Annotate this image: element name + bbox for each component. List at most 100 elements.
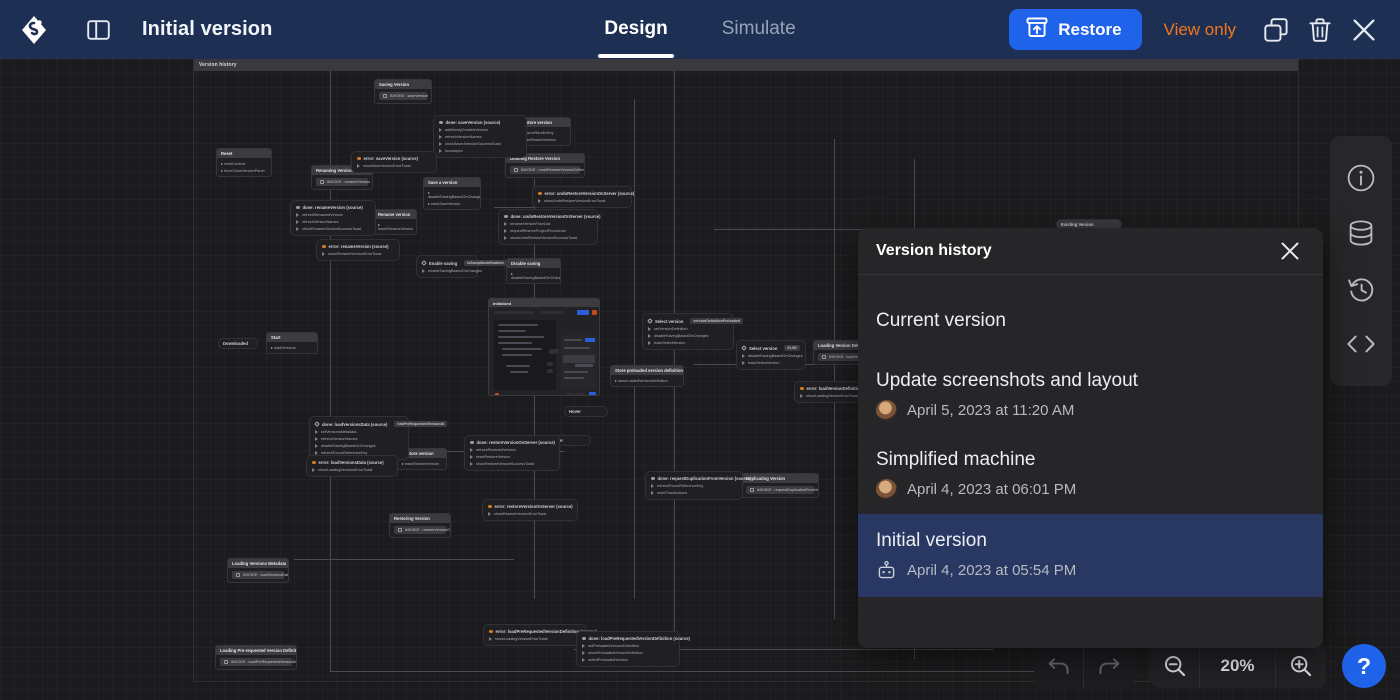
restore-button[interactable]: Restore [1009, 9, 1141, 50]
state-node-body: ▸ storeLoadedVersionDefinition [611, 375, 683, 386]
invoke-icon [224, 660, 228, 664]
list-item[interactable]: Current version [858, 285, 1323, 356]
event-label: done: renameVersion (source) [296, 205, 370, 210]
event-node[interactable]: done: renameVersion (source) refreshRena… [290, 200, 376, 236]
zoom-in-icon[interactable] [1276, 644, 1326, 688]
avatar [876, 479, 897, 500]
error-dot-icon [538, 192, 542, 196]
help-button[interactable]: ? [1342, 644, 1386, 688]
event-action: showSaveVersionErrorToast [357, 164, 431, 168]
state-node-title: Loading Pre-requested Version Definition [216, 646, 296, 655]
event-guard: isSamplitudeEnabled [464, 260, 506, 266]
event-node[interactable]: done: requestDuplicationFromVersion (sou… [645, 471, 743, 500]
event-node[interactable]: error: renameVersion (source) showRename… [316, 239, 400, 261]
close-icon[interactable] [1273, 234, 1307, 268]
list-item[interactable]: Update screenshots and layout April 5, 2… [858, 356, 1323, 435]
undo-button[interactable] [1034, 644, 1084, 688]
done-dot-icon [504, 215, 508, 219]
zoom-group: 20% [1150, 644, 1326, 688]
state-node[interactable]: Restoring Version INVOKE : restoreVersio… [389, 513, 451, 538]
state-node[interactable]: Disable saving ▸ disableSavingBasedOnCha… [506, 258, 561, 284]
screenshot-node-body [489, 307, 599, 395]
zoom-out-icon[interactable] [1150, 644, 1200, 688]
duplicate-icon[interactable] [1254, 8, 1298, 52]
trash-icon[interactable] [1298, 8, 1342, 52]
event-action: showLoadingVersionsErrorToast [312, 468, 392, 472]
invoke-icon [236, 573, 240, 577]
tab-design[interactable]: Design [596, 2, 675, 58]
edge [714, 229, 874, 230]
invoke-badge: INVOKE : loadVersionsData [232, 571, 284, 579]
screenshot-node[interactable]: Initialized [488, 298, 600, 396]
restore-archive-icon [1026, 17, 1048, 43]
event-action: selectPreloadedVersion [582, 658, 674, 662]
state-node-title: Save a version [424, 178, 480, 187]
event-node[interactable]: Select version ELSE disableSavingBasedOn… [736, 340, 806, 370]
event-action: resetTrackActions [651, 491, 737, 495]
zoom-level[interactable]: 20% [1200, 644, 1276, 688]
sidebar-panel-icon[interactable] [76, 8, 120, 52]
event-node[interactable]: done: loadVersionsData (source) hasPreRe… [309, 416, 409, 460]
event-dot-icon [741, 345, 747, 351]
bot-icon [876, 560, 897, 581]
event-action: showPreloadedVersionDefinition [582, 651, 674, 655]
event-label: done: requestDuplicationFromVersion (sou… [651, 476, 737, 481]
done-dot-icon [296, 206, 300, 210]
event-label: done: loadVersionsData (source) hasPreRe… [315, 421, 403, 427]
app-root: Initial version Design Simulate Restore … [0, 0, 1400, 700]
event-node[interactable]: error: loadVersionsData (source) showLoa… [306, 455, 398, 477]
state-node[interactable]: Loading Pre-requested Version Definition… [215, 645, 297, 670]
info-circle-icon[interactable] [1340, 157, 1382, 199]
help-button-label: ? [1357, 653, 1371, 680]
view-only-badge[interactable]: View only [1164, 20, 1236, 40]
event-node[interactable]: Enable saving isSamplitudeEnabled enable… [416, 255, 478, 278]
state-node[interactable]: Loading Versions Metadata INVOKE : loadV… [227, 558, 289, 583]
list-item-selected[interactable]: Initial version April 4, 2023 at 05:54 P… [858, 514, 1323, 597]
tool-rail [1330, 136, 1392, 386]
event-node[interactable]: error: loadPreRequestedVersionDefinition… [483, 624, 587, 646]
event-node[interactable]: done: undoRestoreVersionOnServer (source… [498, 209, 598, 245]
redo-button[interactable] [1084, 644, 1134, 688]
state-node-body: ▸ resetContext ▸ forceCloseVersionPanel [217, 158, 271, 176]
avatar [876, 400, 897, 421]
history-clock-icon[interactable] [1340, 268, 1382, 310]
close-icon[interactable] [1342, 8, 1386, 52]
state-node-title: Restoring Version [390, 514, 450, 523]
event-node[interactable]: Hover [564, 406, 608, 417]
state-node[interactable]: Reset ▸ resetContext ▸ forceCloseVersion… [216, 148, 272, 177]
state-node[interactable]: Start ▸ loadVersions [266, 332, 318, 354]
event-action: trackSelectVersion [742, 361, 800, 365]
done-dot-icon [582, 637, 586, 641]
event-action: refreshVersionNames [296, 220, 370, 224]
code-brackets-icon[interactable] [1340, 323, 1382, 365]
invoke-badge: INVOKE : undoRestoreVersionOnServer [510, 166, 580, 174]
event-action: setPreloadedVersionDefinition [582, 644, 674, 648]
event-action: refreshVersionNames [439, 135, 521, 139]
event-node[interactable]: error: undoRestoreVersionOnServer (sourc… [532, 186, 632, 208]
state-node[interactable]: Store preloaded version definition ▸ sto… [610, 365, 684, 387]
event-node[interactable]: error: saveVersion (source) showSaveVers… [351, 151, 437, 173]
event-action: refreshFocusReferenceKey [651, 484, 737, 488]
app-header: Initial version Design Simulate Restore … [0, 0, 1400, 59]
event-node[interactable]: done: loadPreRequestedVersionDefinition … [576, 631, 680, 667]
list-item[interactable]: Simplified machine April 4, 2023 at 06:0… [858, 435, 1323, 514]
event-node[interactable]: Select version versionDefinitionPreloade… [642, 313, 734, 350]
version-meta: April 4, 2023 at 05:54 PM [876, 560, 1305, 581]
state-node[interactable]: Downloaded [218, 338, 258, 349]
state-node-title: Rename version [374, 210, 416, 219]
error-dot-icon [800, 387, 804, 391]
state-node[interactable]: Duplicating Version INVOKE : requestDupl… [741, 473, 819, 498]
event-node[interactable]: error: restoreVersionOnServer (source) s… [482, 499, 578, 521]
state-node[interactable]: Save a version ▸ disableSavingBasedOnCha… [423, 177, 481, 210]
event-node[interactable]: done: saveVersion (source) addNewlyCreat… [433, 115, 527, 158]
database-icon[interactable] [1340, 212, 1382, 254]
state-node[interactable]: Saving Version INVOKE : saveVersion [374, 79, 432, 104]
state-node-title: Disable saving [507, 259, 560, 268]
state-node[interactable]: Rename version ▸ trackRenameVersion [373, 209, 417, 235]
invoke-badge: INVOKE : loadPreRequestedVersionDefiniti… [220, 658, 292, 666]
event-action: disableSavingBasedOnChanges [648, 334, 728, 338]
tab-simulate[interactable]: Simulate [714, 2, 804, 58]
stately-logo-icon[interactable] [12, 8, 56, 52]
event-guard: hasPreRequestedVersionId [394, 421, 447, 427]
event-node[interactable]: done: restoreVersionOnServer (source) re… [464, 435, 560, 471]
